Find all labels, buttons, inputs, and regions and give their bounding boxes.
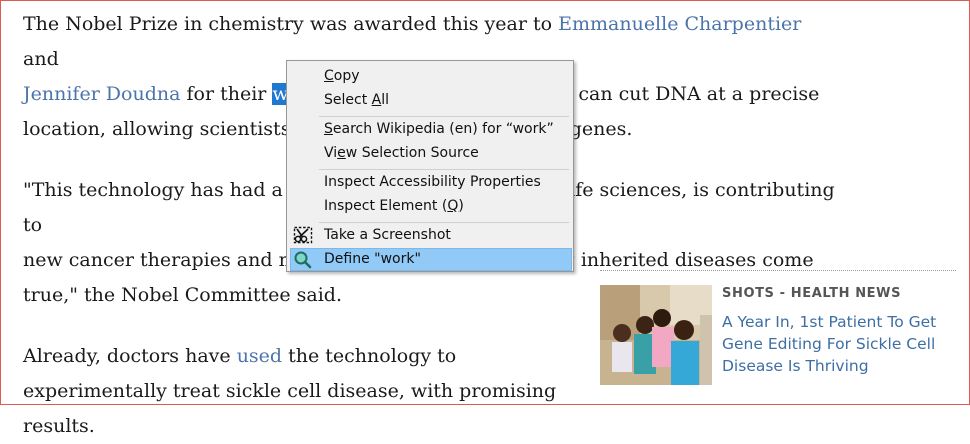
paragraph-3: Already, doctors have used the technolog… [23, 339, 583, 444]
p1-text-1: The Nobel Prize in chemistry was awarded… [23, 13, 559, 35]
p3-line-3: results. [23, 415, 95, 437]
menu-separator [319, 116, 569, 117]
menu-item-search-wikipedia[interactable]: Search Wikipedia (en) for “work” [290, 118, 572, 141]
promo-headline-link[interactable]: A Year In, 1st Patient To Get Gene Editi… [722, 311, 954, 377]
promo-headline-line-2[interactable]: Gene Editing For Sickle Cell [722, 335, 935, 353]
context-menu: Copy Select All Search Wikipedia (en) fo… [286, 60, 574, 272]
menu-item-define-work[interactable]: Define "work" [290, 248, 572, 271]
menu-item-copy[interactable]: Copy [290, 65, 572, 88]
promo-kicker[interactable]: SHOTS - HEALTH NEWS [722, 286, 901, 301]
menu-item-inspect-accessibility[interactable]: Inspect Accessibility Properties [290, 171, 572, 194]
p1-text-2: and [23, 48, 59, 70]
menu-item-take-screenshot[interactable]: Take a Screenshot [290, 224, 572, 247]
p3-line-2: experimentally treat sickle cell disease… [23, 380, 557, 402]
p1-text-3: for their [180, 83, 273, 105]
magnifier-icon [293, 250, 313, 269]
menu-separator [319, 169, 569, 170]
p3-text-2: the technology to [282, 345, 457, 367]
promo-headline-line-1[interactable]: A Year In, 1st Patient To Get [722, 313, 936, 331]
link-jennifer-doudna[interactable]: Jennifer Doudna [23, 83, 180, 105]
menu-item-select-all[interactable]: Select All [290, 89, 572, 112]
promo-headline-line-3[interactable]: Disease Is Thriving [722, 357, 869, 375]
p3-text-1: Already, doctors have [23, 345, 237, 367]
menu-separator [319, 222, 569, 223]
screenshot-scissors-icon [293, 226, 313, 245]
link-emmanuelle-charpentier[interactable]: Emmanuelle Charpentier [558, 13, 801, 35]
menu-item-view-selection-source[interactable]: View Selection Source [290, 142, 572, 165]
menu-item-take-screenshot-label: Take a Screenshot [324, 227, 451, 243]
link-used[interactable]: used [237, 345, 282, 367]
related-story-promo[interactable]: SHOTS - HEALTH NEWS A Year In, 1st Patie… [600, 270, 956, 385]
menu-item-inspect-element[interactable]: Inspect Element (Q) [290, 195, 572, 218]
p2-line-3: true," the Nobel Committee said. [23, 284, 343, 306]
promo-thumbnail-image[interactable] [600, 285, 712, 385]
menu-item-define-work-label: Define "work" [324, 251, 421, 267]
